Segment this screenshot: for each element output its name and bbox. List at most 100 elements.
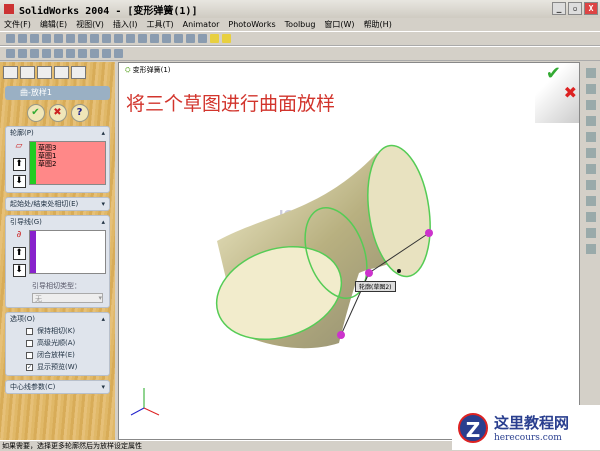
site-logo: Z 这里教程网 herecours.com (452, 405, 600, 450)
maximize-button[interactable]: ▫ (568, 2, 582, 15)
help-icon[interactable] (102, 34, 111, 43)
surface-icon[interactable] (114, 49, 123, 58)
collapse-icon[interactable]: ▴ (101, 127, 105, 139)
print-icon[interactable] (42, 34, 51, 43)
loft-icon[interactable] (42, 49, 51, 58)
new-icon[interactable] (6, 34, 15, 43)
menu-insert[interactable]: 插入(I) (113, 19, 138, 30)
zoom-fit-icon[interactable] (114, 34, 123, 43)
shaded-edges-icon[interactable] (222, 34, 231, 43)
tab-photoworks[interactable] (54, 66, 69, 79)
expand-icon[interactable]: ▾ (101, 198, 105, 210)
trim-icon[interactable] (586, 148, 596, 158)
collapse-icon[interactable]: ▴ (101, 216, 105, 228)
plane-icon[interactable] (586, 212, 596, 222)
sweep-icon[interactable] (30, 49, 39, 58)
move-down-button[interactable]: ⬇ (12, 264, 26, 277)
save-icon[interactable] (30, 34, 39, 43)
profiles-list[interactable]: 草图3 草图1 草图2 (36, 142, 105, 184)
sketch-tool-icon[interactable] (586, 68, 596, 78)
extrude-icon[interactable] (6, 49, 15, 58)
zoom-icon[interactable] (138, 34, 147, 43)
undo-icon[interactable] (54, 34, 63, 43)
option-close-loft[interactable]: 闭合放样(E) (6, 349, 109, 361)
sketch-icon[interactable] (90, 34, 99, 43)
checkbox[interactable] (26, 339, 33, 347)
list-item[interactable]: 草图2 (38, 160, 103, 168)
menu-photoworks[interactable]: PhotoWorks (228, 20, 275, 29)
checkbox-checked[interactable]: ✓ (26, 363, 33, 371)
pan-icon[interactable] (162, 34, 171, 43)
spline-icon[interactable] (586, 132, 596, 142)
option-keep-tangency[interactable]: 保持相切(K) (6, 325, 109, 337)
guides-list[interactable] (36, 231, 105, 273)
guide-point[interactable] (425, 229, 433, 237)
menu-window[interactable]: 窗口(W) (324, 19, 354, 30)
menu-tools[interactable]: 工具(T) (146, 19, 173, 30)
close-button[interactable]: X (584, 2, 598, 15)
hidden-lines-icon[interactable] (198, 34, 207, 43)
pattern-icon[interactable] (90, 49, 99, 58)
collapse-icon[interactable]: ▴ (101, 313, 105, 325)
cancel-button[interactable]: ✖ (48, 104, 67, 122)
offset-icon[interactable] (586, 164, 596, 174)
profiles-group: 轮廓(P) ▴ ▱ ⬆ ⬇ 草图3 草图1 草图2 (5, 126, 110, 193)
guide-point[interactable] (365, 269, 373, 277)
shaded-icon[interactable] (210, 34, 219, 43)
rotate-icon[interactable] (150, 34, 159, 43)
mirror-icon[interactable] (102, 49, 111, 58)
point-icon[interactable] (586, 244, 596, 254)
open-icon[interactable] (18, 34, 27, 43)
tangency-type-select[interactable]: 无 ▾ (32, 293, 103, 303)
move-up-button[interactable]: ⬆ (12, 247, 26, 260)
option-label: 高级光顺(A) (37, 339, 76, 347)
view-orient-icon[interactable] (174, 34, 183, 43)
option-advanced-smoothing[interactable]: 高级光顺(A) (6, 337, 109, 349)
list-item[interactable]: 草图3 (38, 144, 103, 152)
checkbox[interactable] (26, 327, 33, 335)
checkbox[interactable] (26, 351, 33, 359)
chamfer-icon[interactable] (66, 49, 75, 58)
logo-title: 这里教程网 (494, 414, 570, 432)
revolve-icon[interactable] (18, 49, 27, 58)
menu-file[interactable]: 文件(F) (4, 19, 31, 30)
tab-configuration[interactable] (37, 66, 52, 79)
move-up-button[interactable]: ⬆ (12, 158, 26, 171)
feature-title: 曲-放样1 (5, 86, 110, 100)
centerline-group[interactable]: 中心线参数(C) ▾ (5, 380, 110, 394)
zoom-area-icon[interactable] (126, 34, 135, 43)
guide-point[interactable] (337, 331, 345, 339)
menu-view[interactable]: 视图(V) (76, 19, 104, 30)
menu-animator[interactable]: Animator (183, 20, 220, 29)
menu-toolbug[interactable]: Toolbug (285, 20, 316, 29)
arc-icon[interactable] (586, 116, 596, 126)
options-group: 选项(O) ▴ 保持相切(K) 高级光顺(A) 闭合放样(E) ✓ 显示预览(W) (5, 312, 110, 376)
move-down-button[interactable]: ⬇ (12, 175, 26, 188)
tab-animator[interactable] (71, 66, 86, 79)
redo-icon[interactable] (66, 34, 75, 43)
fillet-icon[interactable] (54, 49, 63, 58)
dimension-icon[interactable] (586, 180, 596, 190)
graphics-area[interactable]: ⛭变形弹簧(1) 将三个草图进行曲面放样 JC.NET ✔ ✖ 轮廓(草图2) (118, 62, 580, 440)
tab-property-manager[interactable] (20, 66, 35, 79)
select-icon[interactable] (78, 34, 87, 43)
chevron-down-icon: ▾ (98, 294, 102, 302)
relation-icon[interactable] (586, 196, 596, 206)
line-icon[interactable] (586, 84, 596, 94)
minimize-button[interactable]: _ (552, 2, 566, 15)
start-end-group[interactable]: 起始处/结束处相切(E) ▾ (5, 197, 110, 211)
axis-icon[interactable] (586, 228, 596, 238)
menu-help[interactable]: 帮助(H) (364, 19, 392, 30)
start-end-label: 起始处/结束处相切(E) (10, 200, 79, 208)
circle-icon[interactable] (586, 100, 596, 110)
expand-icon[interactable]: ▾ (101, 381, 105, 393)
list-item[interactable]: 草图1 (38, 152, 103, 160)
menu-edit[interactable]: 编辑(E) (40, 19, 67, 30)
option-show-preview[interactable]: ✓ 显示预览(W) (6, 361, 109, 375)
wireframe-icon[interactable] (186, 34, 195, 43)
option-label: 保持相切(K) (37, 327, 76, 335)
ok-button[interactable]: ✔ (26, 104, 45, 122)
shell-icon[interactable] (78, 49, 87, 58)
help-button[interactable]: ? (70, 104, 89, 122)
tab-feature-tree[interactable] (3, 66, 18, 79)
